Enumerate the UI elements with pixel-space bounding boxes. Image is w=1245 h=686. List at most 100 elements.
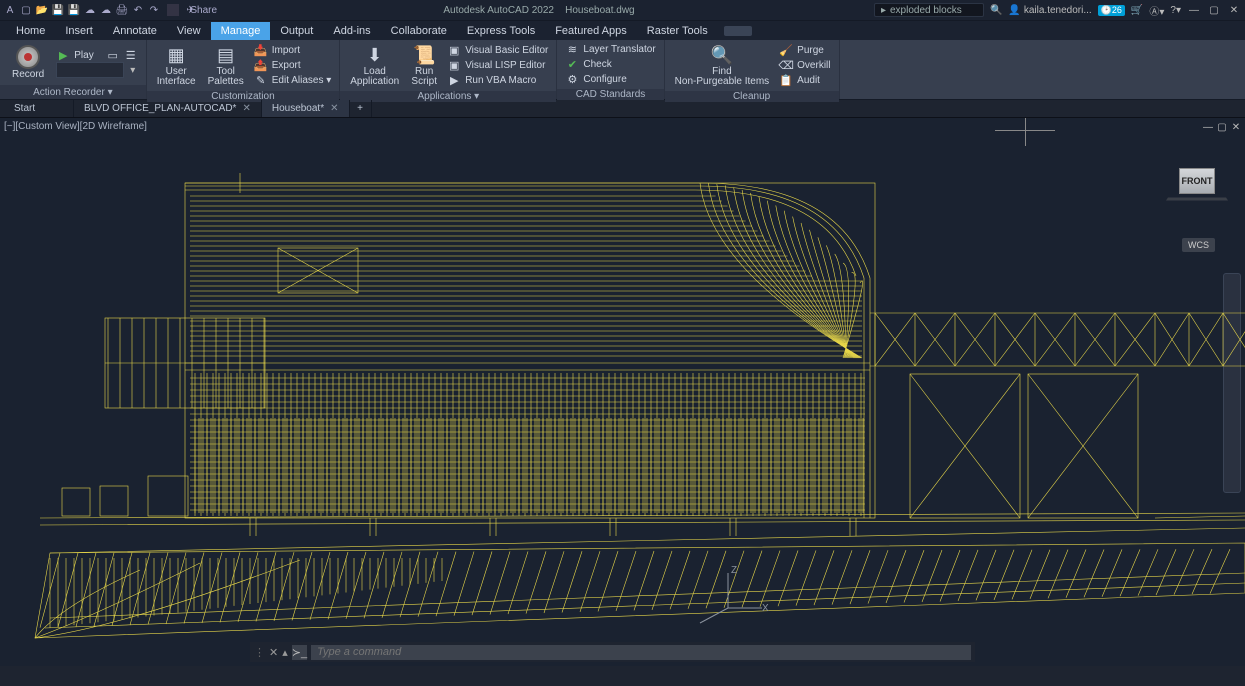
new-icon[interactable]: ▢: [20, 4, 32, 16]
file-name: Houseboat.dwg: [565, 5, 635, 16]
tab-addins[interactable]: Add-ins: [323, 22, 380, 40]
tab-annotate[interactable]: Annotate: [103, 22, 167, 40]
minimize-button[interactable]: —: [1187, 5, 1201, 16]
tree-icon[interactable]: ☰: [124, 48, 138, 62]
panel-label-cleanup: Cleanup: [665, 91, 839, 102]
search-go-icon[interactable]: 🔍: [990, 5, 1002, 16]
saveas-icon[interactable]: 💾: [68, 4, 80, 16]
trial-badge[interactable]: 🕑26: [1098, 5, 1125, 16]
file-tab-2[interactable]: Houseboat* ✕: [262, 100, 350, 117]
cmd-recent-icon[interactable]: ▴: [282, 646, 288, 659]
plot-icon[interactable]: 🖨: [116, 4, 128, 16]
ribbon-tabs: Home Insert Annotate View Manage Output …: [0, 20, 1245, 40]
tool-palettes-button[interactable]: ▤Tool Palettes: [204, 42, 248, 89]
tab-rastertools[interactable]: Raster Tools: [637, 22, 718, 40]
new-tab-button[interactable]: +: [350, 100, 372, 117]
cart-icon[interactable]: 🛒: [1131, 5, 1143, 16]
undo-icon[interactable]: ↶: [132, 4, 144, 16]
save-icon[interactable]: 💾: [52, 4, 64, 16]
close-tab-icon[interactable]: ✕: [242, 103, 250, 114]
panel-label-cadstandards: CAD Standards: [557, 89, 663, 100]
start-tab-label: Start: [14, 103, 35, 114]
exchange-icon[interactable]: Ⓐ▾: [1149, 3, 1164, 18]
cui-button[interactable]: ▦User Interface: [153, 42, 200, 89]
vbe-label: Visual Basic Editor: [465, 45, 548, 56]
record-button[interactable]: Record: [6, 43, 50, 82]
cui-icon: ▦: [163, 44, 189, 66]
overkill-button[interactable]: ⌫Overkill: [777, 58, 832, 73]
check-label: Check: [583, 59, 611, 70]
search-input[interactable]: ▸ exploded blocks: [874, 3, 984, 17]
audit-icon: 📋: [779, 74, 793, 88]
overkill-icon: ⌫: [779, 59, 793, 73]
load-app-button[interactable]: ⬇Load Application: [346, 42, 403, 89]
play-button[interactable]: ▶ Play ▭ ☰: [54, 48, 139, 63]
search-value: exploded blocks: [890, 5, 962, 16]
tab-collaborate[interactable]: Collaborate: [381, 22, 457, 40]
script-icon: 📜: [411, 44, 437, 66]
account-button[interactable]: 👤 kaila.tenedori...: [1008, 5, 1091, 16]
model-viewport[interactable]: [−][Custom View][2D Wireframe] — ▢ ✕ FRO…: [0, 118, 1245, 666]
action-macro-dropdown[interactable]: [56, 62, 124, 78]
gear-icon: ⚙: [565, 73, 579, 87]
cmd-handle-icon[interactable]: ⋮: [254, 646, 265, 659]
file-tab-1[interactable]: BLVD OFFICE_PLAN-AUTOCAD*✕: [74, 100, 262, 117]
purge-label: Purge: [797, 45, 824, 56]
layer-translator-button[interactable]: ≋Layer Translator: [563, 42, 657, 57]
check-standards-button[interactable]: ✔ Check: [563, 57, 657, 72]
vbe-icon: ▣: [447, 44, 461, 58]
start-tab[interactable]: Start: [4, 100, 74, 117]
run-script-button[interactable]: 📜Run Script: [407, 42, 441, 89]
ribbon-visibility-toggle[interactable]: [724, 26, 752, 36]
tab-insert[interactable]: Insert: [55, 22, 103, 40]
check-icon: ✔: [565, 58, 579, 72]
webmobile-open-icon[interactable]: ☁: [84, 4, 96, 16]
tab-label: Collaborate: [391, 25, 447, 37]
vba-icon: ▶: [447, 74, 461, 88]
close-button[interactable]: ✕: [1227, 5, 1241, 16]
find-nonpurgeable-button[interactable]: 🔍Find Non-Purgeable Items: [671, 42, 774, 89]
play-label: Play: [74, 50, 93, 61]
vba-label: Run VBA Macro: [465, 75, 536, 86]
tab-label: Express Tools: [467, 25, 535, 37]
export-cust-button[interactable]: 📤Export: [252, 58, 334, 73]
audit-button[interactable]: 📋Audit: [777, 73, 832, 88]
user-icon: 👤: [1008, 5, 1020, 16]
file-tabs: Start BLVD OFFICE_PLAN-AUTOCAD*✕ Housebo…: [0, 100, 1245, 118]
panel-label-applications[interactable]: Applications ▾: [340, 91, 556, 102]
tab-label: Output: [280, 25, 313, 37]
record-label: Record: [12, 69, 44, 80]
tab-label: Featured Apps: [555, 25, 627, 37]
open-icon[interactable]: 📂: [36, 4, 48, 16]
webmobile-save-icon[interactable]: ☁: [100, 4, 112, 16]
tab-expresstools[interactable]: Express Tools: [457, 22, 545, 40]
tab-output[interactable]: Output: [270, 22, 323, 40]
share-button[interactable]: ✈ Share: [192, 4, 204, 16]
tab-featuredapps[interactable]: Featured Apps: [545, 22, 637, 40]
edit-aliases-button[interactable]: ✎Edit Aliases ▾: [252, 73, 334, 88]
redo-icon[interactable]: ↷: [148, 4, 160, 16]
panel-label-actionrecorder[interactable]: Action Recorder ▾: [0, 85, 146, 99]
cmd-close-icon[interactable]: ✕: [269, 646, 278, 659]
help-icon[interactable]: ?▾: [1170, 5, 1181, 16]
load-app-icon: ⬇: [362, 44, 388, 66]
tab-label: Insert: [65, 25, 93, 37]
preview-icon[interactable]: ▭: [106, 48, 120, 62]
palettes-icon: ▤: [213, 44, 239, 66]
restore-button[interactable]: ▢: [1207, 5, 1221, 16]
play-icon: ▶: [56, 48, 70, 62]
tab-home[interactable]: Home: [6, 22, 55, 40]
command-input[interactable]: [311, 645, 971, 660]
vba-button[interactable]: ▶ Run VBA Macro: [445, 73, 550, 88]
close-tab-icon[interactable]: ✕: [330, 103, 338, 114]
vle-button[interactable]: ▣Visual LISP Editor: [445, 58, 550, 73]
tab-manage[interactable]: Manage: [211, 22, 271, 40]
tab-view[interactable]: View: [167, 22, 211, 40]
vbe-button[interactable]: ▣ Visual Basic Editor: [445, 43, 550, 58]
app-menu-icon[interactable]: A: [4, 4, 16, 16]
configure-button[interactable]: ⚙Configure: [563, 72, 657, 87]
import-cust-button[interactable]: 📥Import: [252, 43, 334, 58]
purge-button[interactable]: 🧹Purge: [777, 43, 832, 58]
drawing-canvas: Z X: [0, 118, 1245, 666]
file-tab-label: Houseboat*: [272, 103, 324, 114]
